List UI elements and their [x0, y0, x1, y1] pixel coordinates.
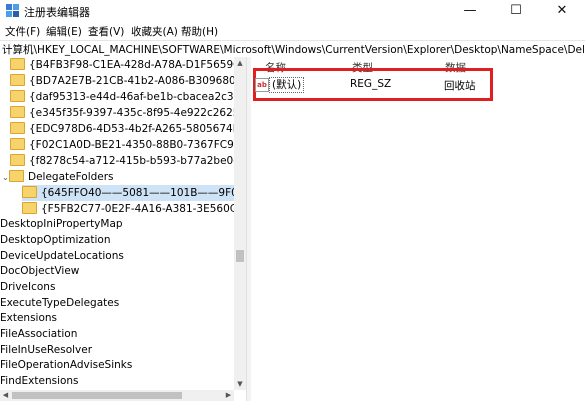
tree-item[interactable]: DesktopOptimization [0, 232, 110, 248]
menu-edit[interactable]: 编辑(E) [46, 24, 82, 39]
folder-icon [10, 154, 25, 166]
folder-icon [10, 106, 25, 118]
expand-chevron-icon[interactable]: ⌄ [2, 170, 9, 186]
folder-icon [22, 202, 37, 214]
registry-app-icon [6, 4, 19, 17]
folder-icon [10, 122, 25, 134]
value-data: 回收站 [444, 80, 476, 92]
menu-view[interactable]: 查看(V) [88, 24, 124, 39]
folder-icon [10, 90, 25, 102]
scroll-right-icon[interactable]: ▶ [223, 390, 234, 401]
tree-item[interactable]: {B4FB3F98-C1EA-428d-A78A-D1F5659CBA93} [10, 57, 234, 73]
value-type: REG_SZ [350, 78, 392, 90]
minimize-button[interactable]: — [447, 0, 493, 22]
tree-item[interactable]: FileInUseResolver [0, 342, 92, 358]
tree-item[interactable]: {daf95313-e44d-46af-be1b-cbacea2c3065} [10, 89, 234, 105]
tree-item[interactable]: Extensions [0, 310, 57, 326]
tree-item[interactable]: ExecuteTypeDelegates [0, 295, 119, 311]
key-tree: {B4FB3F98-C1EA-428d-A78A-D1F5659CBA93} {… [0, 57, 234, 390]
scroll-up-icon[interactable]: ▲ [234, 57, 246, 69]
folder-icon [10, 138, 25, 150]
tree-item[interactable]: DocObjectView [0, 263, 79, 279]
tree-item[interactable]: FindExtensions [0, 373, 79, 389]
tree-item[interactable]: FileOperationAdviseSinks [0, 357, 132, 373]
menu-help[interactable]: 帮助(H) [181, 24, 218, 39]
title-bar: 注册表编辑器 — ☐ ✕ [0, 0, 585, 22]
scroll-left-icon[interactable]: ◀ [0, 390, 11, 401]
tree-item[interactable]: {e345f35f-9397-435c-8f95-4e922c26259e} [10, 105, 234, 121]
tree-item[interactable]: DriveIcons [0, 279, 55, 295]
values-pane: 名称 类型 数据 ab (默认) REG_SZ 回收站 [251, 57, 585, 401]
tree-item[interactable]: {BD7A2E7B-21CB-41b2-A086-B309680C6B7E} [10, 73, 234, 89]
menu-file[interactable]: 文件(F) [5, 24, 40, 39]
scroll-down-icon[interactable]: ▼ [234, 378, 246, 390]
tree-vertical-scrollbar[interactable]: ▲ ▼ [234, 57, 246, 390]
value-name[interactable]: (默认) [269, 77, 305, 93]
string-value-icon: ab [255, 78, 269, 92]
menu-bar: 文件(F) 编辑(E) 查看(V) 收藏夹(A) 帮助(H) [0, 22, 585, 40]
tree-horizontal-scrollbar[interactable]: ◀ ▶ [0, 390, 234, 401]
menu-favorites[interactable]: 收藏夹(A) [131, 24, 178, 39]
address-bar[interactable]: 计算机\HKEY_LOCAL_MACHINE\SOFTWARE\Microsof… [0, 40, 585, 58]
tree-item[interactable]: {EDC978D6-4D53-4b2f-A265-5805674BE56B} [10, 121, 234, 137]
folder-icon [10, 74, 25, 86]
value-row[interactable]: ab (默认) REG_SZ 回收站 [255, 77, 555, 93]
scroll-thumb[interactable] [236, 250, 244, 262]
folder-icon [10, 58, 25, 70]
tree-item[interactable]: {F02C1A0D-BE21-4350-88B0-7367FC96EF3C} [10, 137, 234, 153]
tree-item[interactable]: ⌄ DelegateFolders [2, 169, 114, 185]
tree-item-selected[interactable]: {645FFO40——5081——101B——9F08—— [22, 185, 234, 201]
close-button[interactable]: ✕ [539, 0, 585, 22]
tree-item[interactable]: {f8278c54-a712-415b-b593-b77a2be0dda9} [10, 153, 234, 169]
folder-open-icon [22, 186, 37, 198]
tree-item[interactable]: DesktopIniPropertyMap [0, 216, 123, 232]
folder-icon [9, 170, 24, 182]
hscroll-thumb[interactable] [12, 392, 182, 399]
maximize-button[interactable]: ☐ [493, 0, 539, 22]
tree-item[interactable]: DeviceUpdateLocations [0, 248, 124, 264]
window-title: 注册表编辑器 [24, 6, 90, 19]
tree-item[interactable]: {F5FB2C77-0E2F-4A16-A381-3E560C68BC83 [22, 201, 234, 217]
tree-item[interactable]: FileAssociation [0, 326, 77, 342]
address-path[interactable]: 计算机\HKEY_LOCAL_MACHINE\SOFTWARE\Microsof… [2, 42, 585, 57]
